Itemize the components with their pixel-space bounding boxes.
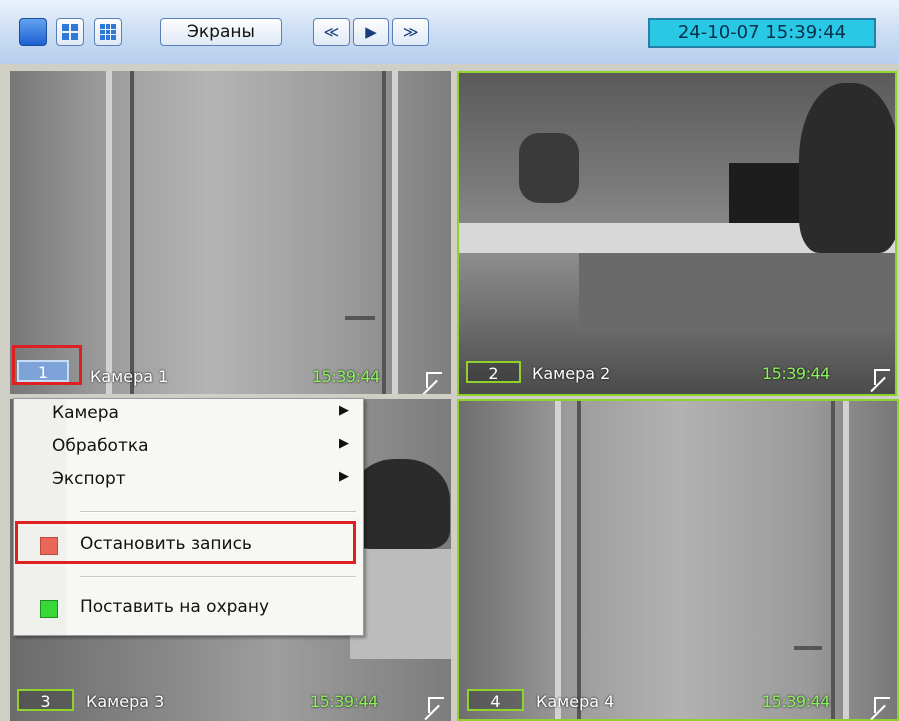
door-frame xyxy=(555,401,561,719)
highlight-box xyxy=(12,345,82,385)
camera-time: 15:39:44 xyxy=(310,692,378,711)
door-edge xyxy=(382,71,386,394)
door-edge xyxy=(577,401,581,719)
submenu-arrow-icon: ▶ xyxy=(339,469,349,484)
arm-icon xyxy=(40,600,58,618)
resize-corner-icon[interactable] xyxy=(874,369,890,385)
datetime-display: 24-10-07 15:39:44 xyxy=(648,18,876,48)
menu-separator xyxy=(80,511,356,513)
person xyxy=(350,459,450,549)
forward-button[interactable]: ≫ xyxy=(392,18,430,46)
person xyxy=(799,83,895,253)
layout-1x1-button[interactable] xyxy=(19,18,47,46)
camera-time: 15:39:44 xyxy=(762,692,830,711)
menu-item-arm[interactable]: Поставить на охрану xyxy=(14,593,363,623)
menu-separator xyxy=(80,576,356,578)
door-handle xyxy=(794,646,822,650)
submenu-arrow-icon: ▶ xyxy=(339,403,349,418)
camera-number-badge[interactable]: 4 xyxy=(467,689,524,711)
resize-corner-icon[interactable] xyxy=(428,697,444,713)
menu-item-export[interactable]: Экспорт ▶ xyxy=(14,465,363,495)
camera-number-badge[interactable]: 2 xyxy=(466,361,521,383)
toolbar: Экраны ≪ ▶ ≫ 24-10-07 15:39:44 xyxy=(0,0,899,65)
chair xyxy=(519,133,579,203)
door-handle xyxy=(345,316,375,320)
rewind-button[interactable]: ≪ xyxy=(313,18,350,46)
resize-corner-icon[interactable] xyxy=(426,372,442,388)
camera-view-4[interactable] xyxy=(457,399,899,721)
context-menu: Камера ▶ Обработка ▶ Экспорт ▶ Остановит… xyxy=(13,398,364,636)
desk-side xyxy=(579,253,895,333)
menu-item-label: Обработка xyxy=(52,436,149,456)
camera-label: Камера 1 xyxy=(90,367,169,386)
submenu-arrow-icon: ▶ xyxy=(339,436,349,451)
monitor xyxy=(729,163,809,223)
layout-3x3-button[interactable] xyxy=(94,18,122,46)
door-frame xyxy=(843,401,849,719)
playback-nav: ≪ ▶ ≫ xyxy=(313,18,430,46)
menu-item-label: Камера xyxy=(52,403,119,423)
highlight-box xyxy=(15,521,356,564)
menu-item-label: Экспорт xyxy=(52,469,126,489)
door-edge xyxy=(831,401,835,719)
camera-label: Камера 4 xyxy=(536,692,615,711)
camera-view-2[interactable] xyxy=(457,71,897,396)
door-edge xyxy=(130,71,134,394)
camera-time: 15:39:44 xyxy=(762,364,830,383)
camera-time: 15:39:44 xyxy=(312,367,380,386)
camera-number-badge[interactable]: 3 xyxy=(17,689,74,711)
layout-2x2-button[interactable] xyxy=(56,18,84,46)
door-frame xyxy=(106,71,112,394)
door-frame xyxy=(392,71,398,394)
menu-item-processing[interactable]: Обработка ▶ xyxy=(14,432,363,462)
menu-item-label: Поставить на охрану xyxy=(80,597,270,617)
camera-label: Камера 2 xyxy=(532,364,611,383)
play-button[interactable]: ▶ xyxy=(352,18,390,46)
resize-corner-icon[interactable] xyxy=(874,697,890,713)
grid-3x3-icon xyxy=(100,24,116,40)
camera-label: Камера 3 xyxy=(86,692,165,711)
screens-button[interactable]: Экраны xyxy=(160,18,282,46)
menu-item-camera[interactable]: Камера ▶ xyxy=(14,399,363,429)
desk xyxy=(350,549,451,659)
grid-2x2-icon xyxy=(62,24,78,40)
